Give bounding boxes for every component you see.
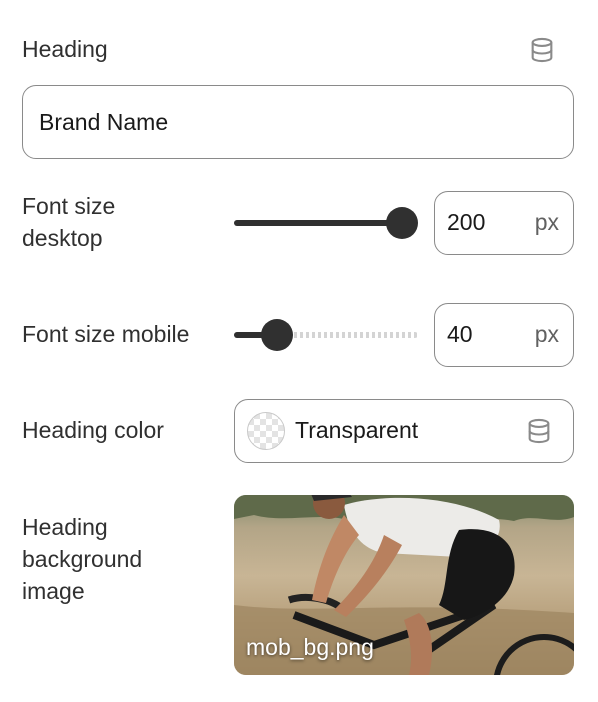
database-icon[interactable] <box>528 36 556 64</box>
heading-color-value: Transparent <box>295 417 419 443</box>
heading-color-label: Heading color <box>22 417 164 443</box>
font-size-desktop-label-line2: desktop <box>22 225 103 251</box>
font-size-desktop-unit: px <box>534 209 559 235</box>
font-size-desktop-slider[interactable] <box>234 203 418 243</box>
transparent-swatch-icon[interactable] <box>247 412 285 450</box>
slider-thumb[interactable] <box>386 207 418 239</box>
slider-thumb[interactable] <box>261 319 294 351</box>
font-size-mobile-slider[interactable] <box>234 315 418 355</box>
database-icon[interactable] <box>525 417 553 445</box>
heading-label: Heading <box>22 36 108 62</box>
font-size-mobile-label: Font size mobile <box>22 321 190 347</box>
background-image-filename: mob_bg.png <box>246 634 374 660</box>
font-size-desktop-field[interactable]: 200 px <box>434 191 574 255</box>
heading-input[interactable] <box>22 85 574 159</box>
font-size-mobile-field[interactable]: 40 px <box>434 303 574 367</box>
font-size-desktop-value[interactable]: 200 <box>447 192 485 253</box>
heading-background-image-label-line2: background <box>22 546 143 572</box>
font-size-desktop-label-line1: Font size <box>22 193 116 219</box>
heading-background-image-label: Heading background image <box>22 511 142 607</box>
heading-color-picker[interactable]: Transparent <box>234 399 574 463</box>
font-size-desktop-label: Font size desktop <box>22 190 115 254</box>
heading-background-image-label-line3: image <box>22 578 85 604</box>
font-size-mobile-value[interactable]: 40 <box>447 304 473 365</box>
background-image-thumbnail[interactable]: mob_bg.png <box>234 495 574 675</box>
slider-fill <box>234 220 402 226</box>
heading-background-image-label-line1: Heading <box>22 514 108 540</box>
font-size-mobile-unit: px <box>534 321 559 347</box>
